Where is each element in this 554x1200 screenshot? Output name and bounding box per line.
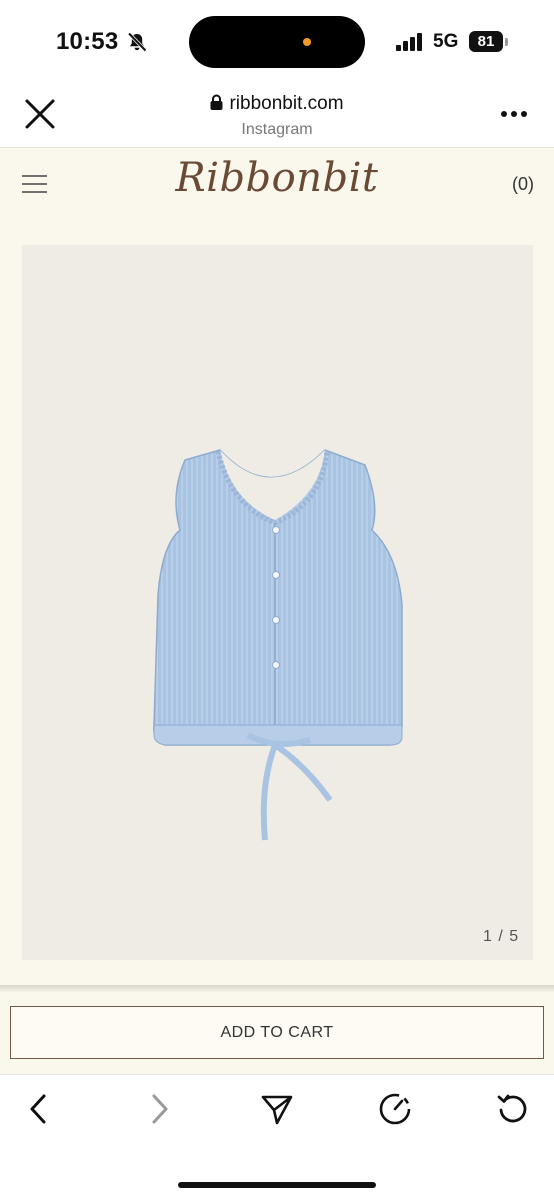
more-icon[interactable] bbox=[500, 110, 528, 118]
speed-icon[interactable] bbox=[378, 1092, 412, 1126]
share-icon[interactable] bbox=[260, 1092, 294, 1126]
url-text: ribbonbit.com bbox=[229, 93, 344, 114]
site-logo[interactable]: Ribbonbit bbox=[0, 155, 554, 201]
sleeveless-blouse-image bbox=[152, 449, 403, 841]
network-type: 5G bbox=[433, 31, 459, 52]
reload-icon[interactable] bbox=[496, 1092, 530, 1126]
privacy-indicator-dot bbox=[303, 38, 311, 46]
back-icon[interactable] bbox=[22, 1092, 56, 1126]
battery-cap bbox=[505, 38, 508, 46]
home-indicator[interactable] bbox=[178, 1182, 376, 1188]
url-subtitle: Instagram bbox=[241, 121, 313, 138]
url-bar[interactable]: ribbonbit.com bbox=[0, 93, 554, 115]
cart-count[interactable]: (0) bbox=[512, 174, 534, 195]
add-to-cart-button[interactable]: ADD TO CART bbox=[10, 1006, 544, 1059]
sticky-bar-shadow bbox=[0, 985, 554, 993]
battery-icon: 81 bbox=[469, 31, 503, 52]
bell-off-icon bbox=[127, 32, 147, 52]
signal-bars-icon bbox=[396, 33, 422, 51]
forward-icon bbox=[152, 1094, 168, 1124]
dynamic-island bbox=[189, 16, 365, 68]
lock-icon bbox=[210, 94, 223, 110]
image-pager: 1 / 5 bbox=[483, 928, 520, 945]
status-time: 10:53 bbox=[56, 28, 119, 55]
